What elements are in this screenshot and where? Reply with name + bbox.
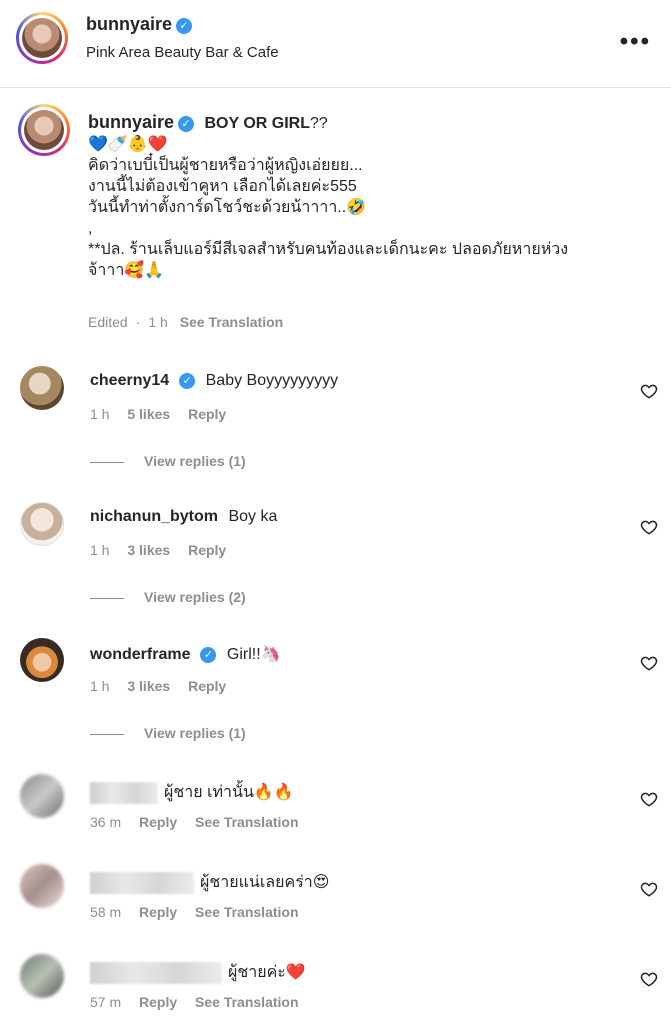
view-replies-label: View replies (1) bbox=[144, 725, 246, 741]
comment-time[interactable]: 58 m bbox=[90, 904, 121, 920]
comment-text: Boy ka bbox=[228, 508, 278, 525]
reply-button[interactable]: Reply bbox=[139, 904, 177, 920]
comment-item: ผู้ชาย เท่านั้น🔥🔥 36 m Reply See Transla… bbox=[20, 774, 660, 844]
comment-body: wonderframe ✓ Girl!!🦄 bbox=[90, 644, 281, 664]
caption-title: BOY OR GIRL bbox=[204, 115, 310, 132]
caption-time[interactable]: 1 h bbox=[148, 314, 167, 330]
more-options-icon[interactable]: ••• bbox=[620, 28, 651, 56]
comment-time[interactable]: 36 m bbox=[90, 814, 121, 830]
comment-avatar[interactable] bbox=[20, 638, 64, 682]
verified-icon: ✓ bbox=[200, 646, 217, 663]
comment-time[interactable]: 1 h bbox=[90, 406, 109, 422]
comment-item: wonderframe ✓ Girl!!🦄 1 h 3 likes Reply V… bbox=[20, 638, 660, 748]
view-replies-button[interactable]: View replies (1) bbox=[90, 453, 246, 469]
comment-meta: 58 m Reply See Translation bbox=[90, 904, 313, 920]
comment-meta: 57 m Reply See Translation bbox=[90, 994, 313, 1010]
comment-body: nichanun_bytom Boy ka bbox=[90, 508, 277, 526]
caption-line: จ้าาา🥰🙏 bbox=[88, 262, 165, 279]
view-replies-button[interactable]: View replies (2) bbox=[90, 589, 246, 605]
comment-username[interactable]: cheerny14 bbox=[90, 372, 169, 389]
heart-icon[interactable] bbox=[640, 970, 658, 988]
comment-avatar[interactable] bbox=[20, 864, 64, 908]
see-translation-link[interactable]: See Translation bbox=[180, 314, 283, 330]
comment-meta: 1 h 5 likes Reply bbox=[90, 406, 240, 422]
reply-button[interactable]: Reply bbox=[188, 542, 226, 558]
view-replies-label: View replies (2) bbox=[144, 589, 246, 605]
comment-text: ผู้ชายแน่เลยคร่า😍 bbox=[200, 874, 330, 891]
heart-icon[interactable] bbox=[640, 880, 658, 898]
heart-icon[interactable] bbox=[640, 790, 658, 808]
comment-text: ผู้ชายค่ะ❤️ bbox=[228, 964, 306, 981]
blurred-username bbox=[90, 961, 222, 984]
comment-avatar[interactable] bbox=[20, 366, 64, 410]
comment-body: ผู้ชาย เท่านั้น🔥🔥 bbox=[90, 780, 294, 805]
comment-meta: 36 m Reply See Translation bbox=[90, 814, 313, 830]
comment-avatar[interactable] bbox=[20, 954, 64, 998]
blurred-username bbox=[90, 871, 194, 894]
caption-line: งานนี้ไม่ต้องเข้าคูหา เลือกได้เลยค่ะ555 bbox=[88, 178, 357, 195]
comment-avatar[interactable] bbox=[20, 502, 64, 546]
see-translation-link[interactable]: See Translation bbox=[195, 994, 298, 1010]
comment-item: ผู้ชายแน่เลยคร่า😍 58 m Reply See Transla… bbox=[20, 864, 660, 934]
see-translation-link[interactable]: See Translation bbox=[195, 814, 298, 830]
comment-item: nichanun_bytom Boy ka 1 h 3 likes Reply … bbox=[20, 502, 660, 612]
reply-button[interactable]: Reply bbox=[188, 678, 226, 694]
caption-line: , bbox=[88, 220, 93, 237]
comment-body: ผู้ชายค่ะ❤️ bbox=[90, 960, 306, 985]
header-avatar[interactable] bbox=[16, 12, 68, 64]
comment-item: cheerny14 ✓ Baby Boyyyyyyyyy 1 h 5 likes … bbox=[20, 366, 660, 476]
comment-text: ผู้ชาย เท่านั้น🔥🔥 bbox=[164, 784, 294, 801]
see-translation-link[interactable]: See Translation bbox=[195, 904, 298, 920]
caption-title-suffix: ?? bbox=[309, 115, 328, 132]
reply-button[interactable]: Reply bbox=[188, 406, 226, 422]
post-location[interactable]: Pink Area Beauty Bar & Cafe bbox=[86, 44, 279, 61]
post-header: bunnyaire ✓ Pink Area Beauty Bar & Cafe •… bbox=[0, 0, 671, 88]
edited-label: Edited bbox=[88, 314, 128, 330]
caption-line: วันนี้ทำท่าตั้งการ์ดโชว์ชะด้วยน้าาาา..🤣 bbox=[88, 199, 367, 216]
caption-line: **ปล. ร้านเล็บแอร์มีสีเจลสำหรับคนท้องและ… bbox=[88, 241, 569, 258]
header-username-row: bunnyaire ✓ bbox=[86, 14, 193, 35]
comment-text: Baby Boyyyyyyyyy bbox=[205, 372, 339, 389]
heart-icon[interactable] bbox=[640, 382, 658, 400]
caption-text: bunnyaire ✓ BOY OR GIRL?? 💙🍼👶❤️ คิดว่าเบบ… bbox=[88, 112, 658, 281]
comment-time[interactable]: 1 h bbox=[90, 542, 109, 558]
comment-time[interactable]: 1 h bbox=[90, 678, 109, 694]
comment-time[interactable]: 57 m bbox=[90, 994, 121, 1010]
header-username[interactable]: bunnyaire bbox=[86, 14, 172, 34]
comment-body: ผู้ชายแน่เลยคร่า😍 bbox=[90, 870, 329, 895]
comment-avatar[interactable] bbox=[20, 774, 64, 818]
view-replies-button[interactable]: View replies (1) bbox=[90, 725, 246, 741]
comment-body: cheerny14 ✓ Baby Boyyyyyyyyy bbox=[90, 372, 338, 390]
comment-username[interactable]: wonderframe bbox=[90, 646, 190, 663]
reply-button[interactable]: Reply bbox=[139, 994, 177, 1010]
heart-icon[interactable] bbox=[640, 654, 658, 672]
view-replies-label: View replies (1) bbox=[144, 453, 246, 469]
comment-meta: 1 h 3 likes Reply bbox=[90, 542, 240, 558]
heart-icon[interactable] bbox=[640, 518, 658, 536]
blurred-username bbox=[90, 781, 158, 804]
reply-button[interactable]: Reply bbox=[139, 814, 177, 830]
comment-likes[interactable]: 3 likes bbox=[127, 542, 170, 558]
caption-meta: Edited · 1 h See Translation bbox=[88, 314, 284, 330]
verified-icon: ✓ bbox=[178, 115, 195, 132]
caption-line: 💙🍼👶❤️ bbox=[88, 136, 168, 153]
comment-username[interactable]: nichanun_bytom bbox=[90, 508, 218, 525]
caption-avatar[interactable] bbox=[18, 104, 70, 156]
verified-icon: ✓ bbox=[176, 17, 193, 34]
caption-username[interactable]: bunnyaire bbox=[88, 112, 174, 132]
comment-likes[interactable]: 5 likes bbox=[127, 406, 170, 422]
comment-meta: 1 h 3 likes Reply bbox=[90, 678, 240, 694]
comment-text: Girl!!🦄 bbox=[226, 646, 281, 663]
comment-item: ผู้ชายค่ะ❤️ 57 m Reply See Translation bbox=[20, 954, 660, 1020]
comment-likes[interactable]: 3 likes bbox=[127, 678, 170, 694]
caption-line: คิดว่าเบบี๋เป็นผู้ชายหรือว่าผู้หญิงเอ่ยย… bbox=[88, 157, 363, 174]
verified-icon: ✓ bbox=[179, 372, 196, 389]
